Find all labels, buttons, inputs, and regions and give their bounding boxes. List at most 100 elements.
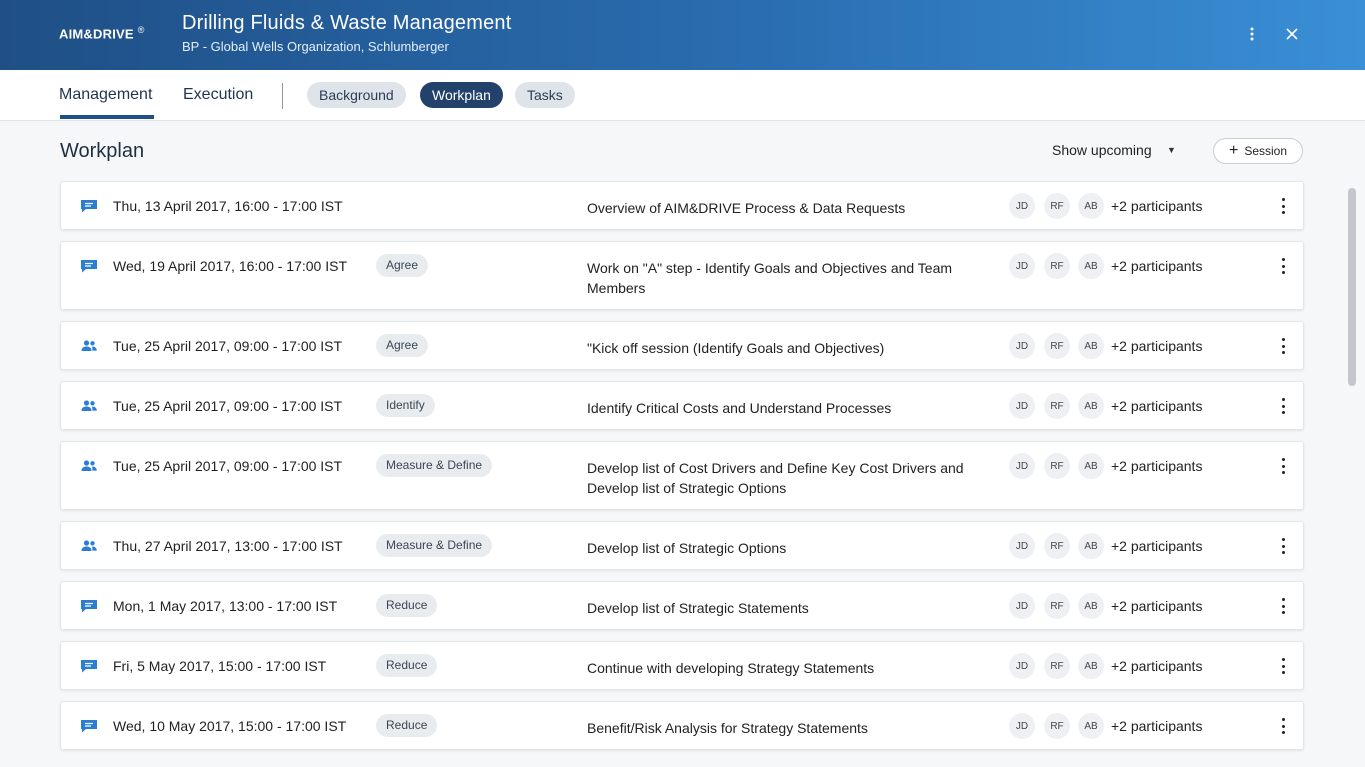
session-date: Mon, 1 May 2017, 13:00 - 17:00 IST	[113, 598, 338, 614]
session-row[interactable]: Thu, 27 April 2017, 13:00 - 17:00 IST Mea…	[60, 521, 1304, 570]
session-date: Wed, 10 May 2017, 15:00 - 17:00 IST	[113, 718, 347, 734]
avatar[interactable]: RF	[1044, 653, 1070, 679]
page-title: Workplan	[60, 140, 145, 162]
avatar[interactable]: JD	[1009, 253, 1035, 279]
avatar[interactable]: AB	[1078, 253, 1104, 279]
session-row[interactable]: Wed, 10 May 2017, 15:00 - 17:00 IST Reduc…	[60, 701, 1304, 750]
session-row[interactable]: Fri, 5 May 2017, 15:00 - 17:00 IST Reduce…	[60, 641, 1304, 690]
nav-bar: Management Execution Background Workplan…	[0, 70, 1365, 121]
avatar[interactable]: AB	[1078, 393, 1104, 419]
app-header: AIM&DRIVE ® Drilling Fluids & Waste Manag…	[0, 0, 1365, 70]
session-row[interactable]: Thu, 13 April 2017, 16:00 - 17:00 IST Ove…	[60, 181, 1304, 230]
participants-count[interactable]: +2 participants	[1111, 718, 1202, 734]
caret-down-icon[interactable]: ▼	[1167, 145, 1176, 155]
session-date: Fri, 5 May 2017, 15:00 - 17:00 IST	[113, 658, 327, 674]
row-more-icon[interactable]	[1277, 716, 1289, 736]
row-more-icon[interactable]	[1277, 536, 1289, 556]
session-title: Work on "A" step - Identify Goals and Ob…	[587, 260, 953, 296]
avatar[interactable]: JD	[1009, 333, 1035, 359]
avatar[interactable]: AB	[1078, 713, 1104, 739]
avatar[interactable]: RF	[1044, 193, 1070, 219]
pill-tasks[interactable]: Tasks	[515, 82, 575, 108]
avatar[interactable]: JD	[1009, 593, 1035, 619]
row-more-icon[interactable]	[1277, 256, 1289, 276]
participants-count[interactable]: +2 participants	[1111, 198, 1202, 214]
avatar[interactable]: AB	[1078, 653, 1104, 679]
more-vertical-icon[interactable]	[1241, 23, 1263, 45]
add-session-button[interactable]: + Session	[1213, 138, 1303, 164]
row-more-icon[interactable]	[1277, 456, 1289, 476]
chat-icon	[80, 659, 98, 673]
avatar[interactable]: RF	[1044, 393, 1070, 419]
avatar[interactable]: JD	[1009, 193, 1035, 219]
session-stage-tag: Measure & Define	[376, 534, 493, 557]
avatar[interactable]: JD	[1009, 653, 1035, 679]
logo: AIM&DRIVE ®	[59, 25, 145, 42]
row-more-icon[interactable]	[1277, 656, 1289, 676]
close-icon[interactable]	[1281, 23, 1303, 45]
scrollbar[interactable]	[1348, 188, 1356, 386]
chat-icon	[80, 199, 98, 213]
pill-workplan[interactable]: Workplan	[420, 82, 503, 108]
chat-icon	[80, 599, 98, 613]
row-more-icon[interactable]	[1277, 336, 1289, 356]
participants-count[interactable]: +2 participants	[1111, 598, 1202, 614]
row-more-icon[interactable]	[1277, 196, 1289, 216]
avatar[interactable]: AB	[1078, 533, 1104, 559]
session-date: Tue, 25 April 2017, 09:00 - 17:00 IST	[113, 398, 343, 414]
avatar[interactable]: RF	[1044, 533, 1070, 559]
chat-icon	[80, 259, 98, 273]
avatar[interactable]: RF	[1044, 593, 1070, 619]
session-stage-tag: Reduce	[376, 594, 438, 617]
session-title: Develop list of Strategic Statements	[587, 600, 809, 616]
participants-count[interactable]: +2 participants	[1111, 398, 1202, 414]
avatar[interactable]: RF	[1044, 253, 1070, 279]
participants-count[interactable]: +2 participants	[1111, 338, 1202, 354]
session-stage-tag: Agree	[376, 254, 429, 277]
avatar[interactable]: JD	[1009, 393, 1035, 419]
row-more-icon[interactable]	[1277, 596, 1289, 616]
avatar[interactable]: AB	[1078, 453, 1104, 479]
avatar[interactable]: RF	[1044, 453, 1070, 479]
session-title: Identify Critical Costs and Understand P…	[587, 400, 892, 416]
row-more-icon[interactable]	[1277, 396, 1289, 416]
avatar[interactable]: RF	[1044, 333, 1070, 359]
session-row[interactable]: Tue, 25 April 2017, 09:00 - 17:00 IST Agr…	[60, 321, 1304, 370]
add-session-label: Session	[1244, 144, 1288, 158]
pill-background[interactable]: Background	[307, 82, 406, 108]
avatar[interactable]: AB	[1078, 333, 1104, 359]
session-stage-tag: Reduce	[376, 654, 438, 677]
avatar[interactable]: JD	[1009, 713, 1035, 739]
plus-icon: +	[1228, 142, 1239, 159]
session-stage-tag: Measure & Define	[376, 454, 493, 477]
avatar[interactable]: AB	[1078, 593, 1104, 619]
participants-count[interactable]: +2 participants	[1111, 458, 1202, 474]
participants-count[interactable]: +2 participants	[1111, 258, 1202, 274]
avatar[interactable]: AB	[1078, 193, 1104, 219]
session-row[interactable]: Wed, 19 April 2017, 16:00 - 17:00 IST Agr…	[60, 241, 1304, 310]
session-stage-tag: Identify	[376, 394, 435, 417]
session-title: Continue with developing Strategy Statem…	[587, 660, 875, 676]
show-upcoming-dropdown[interactable]: Show upcoming	[1052, 142, 1152, 158]
session-title: Develop list of Cost Drivers and Define …	[587, 460, 964, 496]
avatar[interactable]: RF	[1044, 713, 1070, 739]
session-title: Develop list of Strategic Options	[587, 540, 787, 556]
session-row[interactable]: Tue, 25 April 2017, 09:00 - 17:00 IST Ide…	[60, 381, 1304, 430]
chat-icon	[80, 719, 98, 733]
active-tab-indicator	[60, 115, 154, 119]
session-title: "Kick off session (Identify Goals and Ob…	[587, 340, 885, 356]
app-title: Drilling Fluids & Waste Management	[182, 12, 512, 34]
participants-count[interactable]: +2 participants	[1111, 538, 1202, 554]
avatar[interactable]: JD	[1009, 533, 1035, 559]
tab-execution[interactable]: Execution	[183, 86, 253, 104]
session-row[interactable]: Tue, 25 April 2017, 09:00 - 17:00 IST Mea…	[60, 441, 1304, 510]
avatar[interactable]: JD	[1009, 453, 1035, 479]
session-stage-tag: Agree	[376, 334, 429, 357]
people-icon	[80, 459, 98, 473]
session-date: Tue, 25 April 2017, 09:00 - 17:00 IST	[113, 458, 343, 474]
tab-management[interactable]: Management	[59, 86, 152, 104]
participants-count[interactable]: +2 participants	[1111, 658, 1202, 674]
people-icon	[80, 539, 98, 553]
session-row[interactable]: Mon, 1 May 2017, 13:00 - 17:00 IST Reduce…	[60, 581, 1304, 630]
session-title: Overview of AIM&DRIVE Process & Data Req…	[587, 200, 906, 216]
